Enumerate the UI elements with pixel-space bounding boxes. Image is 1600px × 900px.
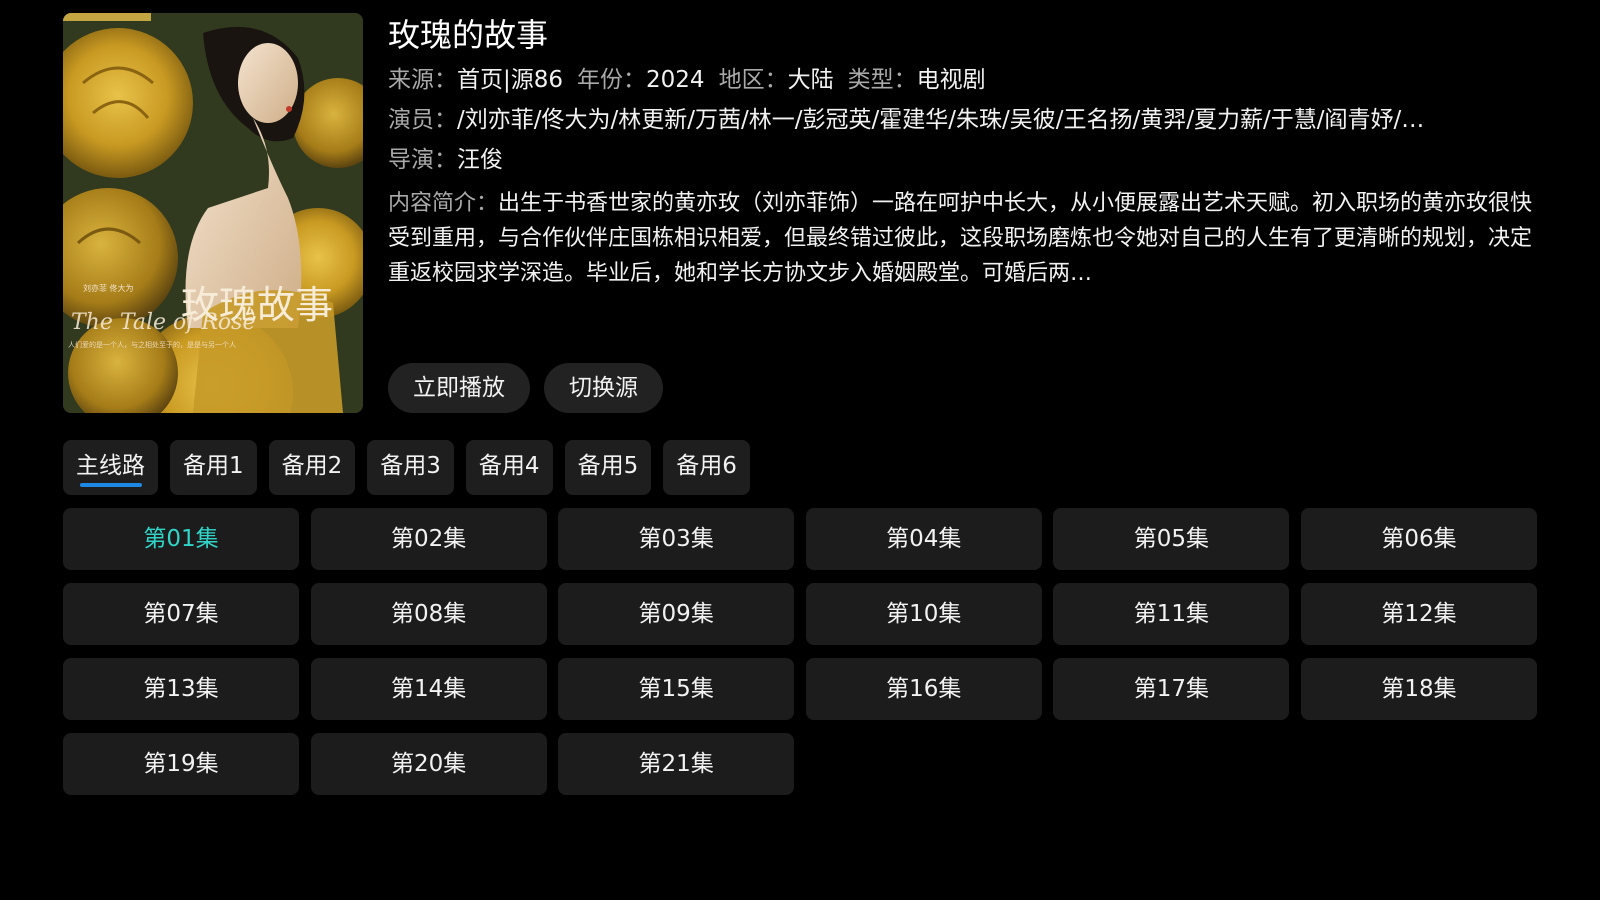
source-tabs: 主线路 备用1 备用2 备用3 备用4 备用5 备用6: [63, 440, 750, 495]
poster-tagline: 人们爱的是一个人，与之相处至于的，是是与另一个人: [68, 340, 236, 349]
page-title: 玫瑰的故事: [388, 16, 549, 54]
switch-source-button[interactable]: 切换源: [544, 363, 663, 413]
director-value: 汪俊: [457, 147, 503, 173]
episode-button[interactable]: 第01集: [63, 508, 299, 570]
episode-button[interactable]: 第13集: [63, 658, 299, 720]
type-label: 类型：: [847, 67, 917, 93]
episode-button[interactable]: 第19集: [63, 733, 299, 795]
episode-button[interactable]: 第18集: [1300, 658, 1537, 720]
region-label: 地区：: [718, 67, 788, 93]
episode-button[interactable]: 第10集: [805, 583, 1042, 645]
year-value: 2024: [646, 67, 705, 93]
cast-row: 演员：/刘亦菲/佟大为/林更新/万茜/林一/彭冠英/霍建华/朱珠/吴彼/王名扬/…: [388, 100, 1538, 140]
episode-button[interactable]: 第08集: [310, 583, 547, 645]
episode-button[interactable]: 第05集: [1053, 508, 1290, 570]
episode-button[interactable]: 第12集: [1300, 583, 1537, 645]
episode-button[interactable]: 第20集: [310, 733, 547, 795]
episode-button[interactable]: 第09集: [558, 583, 795, 645]
episode-button[interactable]: 第17集: [1053, 658, 1290, 720]
episode-button[interactable]: 第06集: [1300, 508, 1537, 570]
source-tab-1[interactable]: 备用1: [170, 440, 257, 495]
source-value: 首页|源86: [457, 67, 564, 93]
action-buttons: 立即播放 切换源: [388, 363, 663, 413]
source-label: 来源：: [388, 67, 457, 93]
episode-button[interactable]: 第02集: [310, 508, 547, 570]
episode-button[interactable]: 第21集: [558, 733, 795, 795]
cast-label: 演员：: [388, 107, 457, 133]
summary-label: 内容简介：: [388, 191, 499, 216]
source-tab-2[interactable]: 备用2: [268, 440, 356, 495]
episode-grid: 第01集 第02集 第03集 第04集 第05集 第06集第07集 第08集 第09集 第10集…: [63, 508, 1537, 795]
director-label: 导演：: [388, 147, 457, 173]
poster-image: 刘亦菲 佟大为 玫瑰故事 The Tale of Rose 人们爱的是一个人，与…: [63, 13, 363, 413]
summary-text: 出生于书香世家的黄亦玫（刘亦菲饰）一路在呵护中长大，从小便展露出艺术天赋。初入职…: [388, 191, 1533, 286]
episode-button[interactable]: 第07集: [63, 583, 299, 645]
episode-button[interactable]: 第03集: [558, 508, 795, 570]
episode-button[interactable]: 第15集: [558, 658, 795, 720]
source-tab-3[interactable]: 备用3: [367, 440, 454, 495]
summary: 内容简介：出生于书香世家的黄亦玫（刘亦菲饰）一路在呵护中长大，从小便展露出艺术天…: [388, 186, 1538, 291]
poster-script-text: The Tale of Rose: [71, 310, 256, 335]
year-label: 年份：: [577, 67, 647, 93]
episode-button[interactable]: 第14集: [310, 658, 547, 720]
source-tab-0[interactable]: 主线路: [63, 440, 158, 495]
cast-value: /刘亦菲/佟大为/林更新/万茜/林一/彭冠英/霍建华/朱珠/吴彼/王名扬/黄羿/…: [457, 107, 1425, 133]
director-row: 导演：汪俊: [388, 140, 1538, 180]
poster-credits: 刘亦菲 佟大为: [83, 283, 134, 293]
detail-info: 玫瑰的故事 来源：首页|源86 年份：2024 地区：大陆 类型：电视剧 演员：/刘亦…: [388, 12, 1538, 291]
meta-row: 来源：首页|源86 年份：2024 地区：大陆 类型：电视剧: [388, 60, 1538, 100]
source-tab-4[interactable]: 备用4: [465, 440, 553, 495]
episode-button[interactable]: 第16集: [805, 658, 1042, 720]
region-value: 大陆: [787, 67, 834, 93]
source-tab-5[interactable]: 备用5: [564, 440, 652, 495]
episode-button[interactable]: 第04集: [805, 508, 1042, 570]
source-tab-6[interactable]: 备用6: [663, 440, 750, 495]
episode-button[interactable]: 第11集: [1053, 583, 1290, 645]
type-value: 电视剧: [916, 67, 986, 93]
play-now-button[interactable]: 立即播放: [388, 363, 530, 413]
